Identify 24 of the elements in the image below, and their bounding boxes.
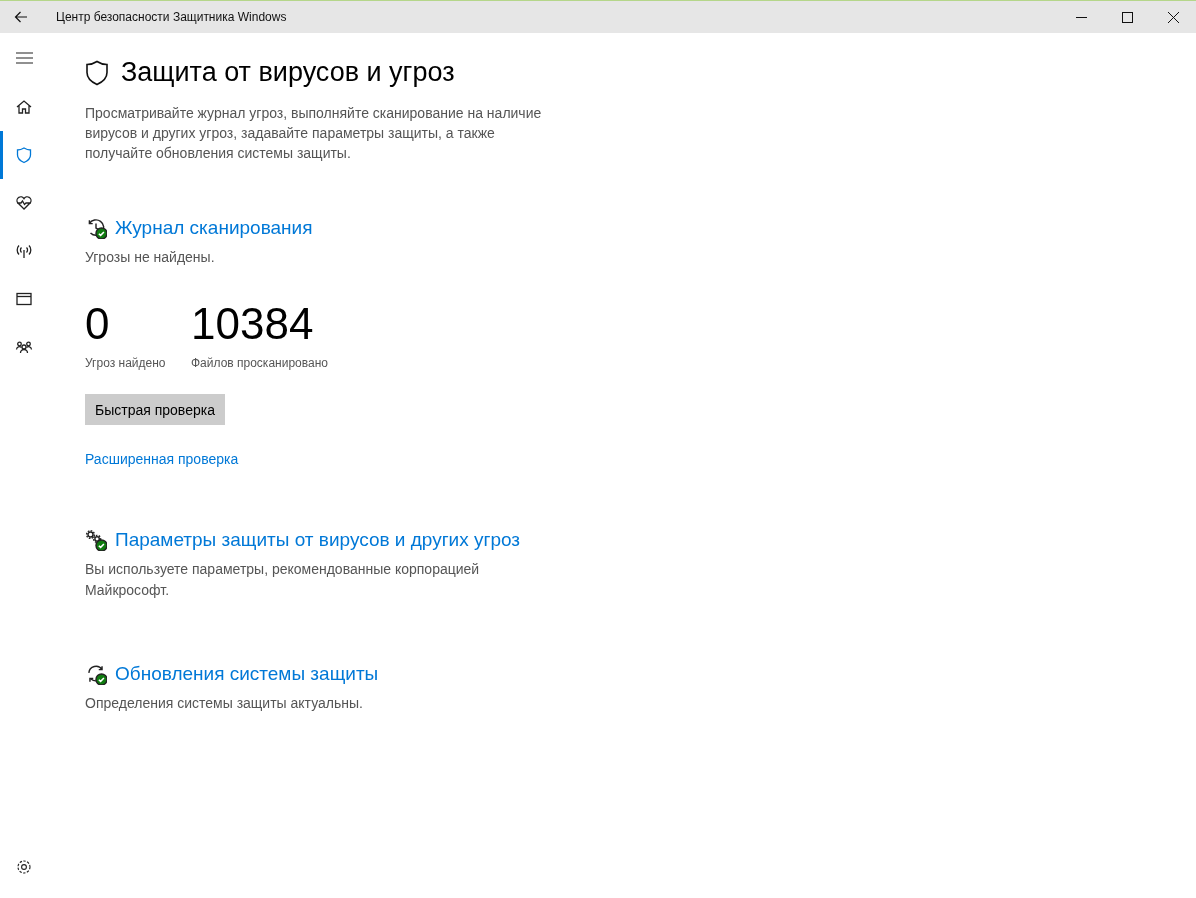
- stat-value: 0: [85, 298, 111, 350]
- settings-icon: [16, 859, 32, 875]
- stat-value: 10384: [191, 298, 315, 350]
- close-icon: [1167, 11, 1179, 23]
- page-description: Просматривайте журнал угроз, выполняйте сканирование на наличие вирусов и других угроз, задавайте параметры защиты, а также получайте обновления системы защиты.: [85, 104, 543, 163]
- section-title-link[interactable]: Журнал сканирования: [115, 217, 313, 239]
- refresh-check-icon: [85, 663, 107, 685]
- status-text: Угрозы не найдены.: [85, 248, 216, 267]
- back-arrow-icon: [14, 11, 28, 23]
- stat-label: Угроз найдено: [85, 356, 167, 370]
- menu-icon: [15, 52, 33, 64]
- section-title-link[interactable]: Параметры защиты от вирусов и других угроз: [115, 529, 521, 551]
- section-title-link[interactable]: Обновления системы защиты: [115, 663, 379, 685]
- shield-icon: [85, 59, 109, 86]
- window-title: Центр безопасности Защитника Windows: [56, 10, 288, 24]
- status-text: Определения системы защиты актуальны.: [85, 694, 364, 713]
- status-text: Вы используете параметры, рекомендованные корпорацией Майкрософт.: [85, 560, 481, 600]
- shield-icon: [14, 145, 34, 165]
- gears-check-icon: [85, 529, 107, 551]
- page-title: Защита от вирусов и угроз: [121, 57, 455, 88]
- maximize-icon: [1121, 11, 1133, 23]
- advanced-scan-link[interactable]: Расширенная проверка: [85, 451, 239, 467]
- quick-scan-button[interactable]: Быстрая проверка: [85, 394, 225, 425]
- stat-label: Файлов просканировано: [191, 356, 328, 370]
